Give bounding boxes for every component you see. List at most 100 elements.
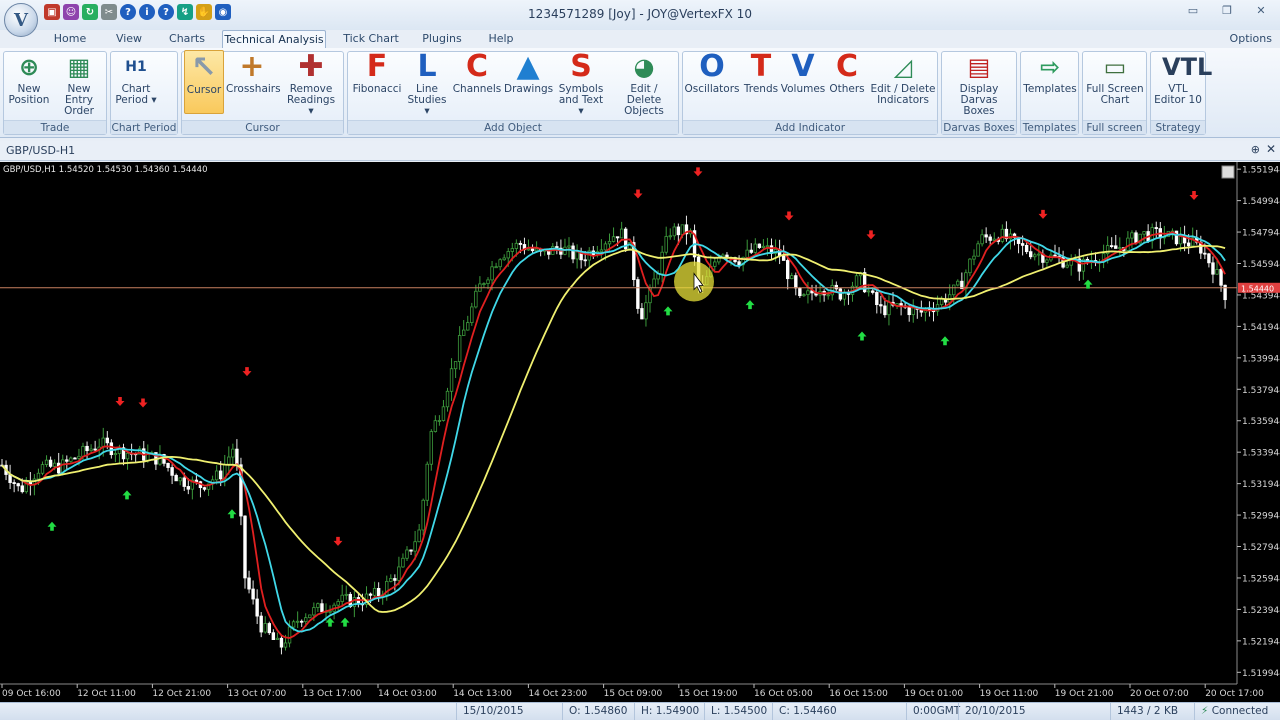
candle-body [1000,228,1005,242]
candle-body [1029,251,1033,258]
candle-body [389,578,393,582]
candle-body [745,249,749,258]
candle-body [992,238,996,241]
candle-body [93,448,97,451]
candle-body [235,448,239,466]
price-tick-label: 1.539944 [1242,354,1280,364]
candle-body [826,294,830,297]
price-chart[interactable]: 1.5519441.5499441.5479441.5459441.543944… [0,162,1280,702]
candle-body [48,459,53,467]
tab-charts[interactable]: Charts [162,30,212,48]
button-label: Chart Period ▾ [115,83,157,106]
vertexfx-window: V ▣ ☺ ↻ ✂? i? ↯ ✋ ◉ 1234571289 [Joy] - JOY@Vert… [0,0,1280,720]
candle-body [271,632,276,641]
candle-body [1219,269,1223,286]
display-darvas-boxes-button[interactable]: ▤ Display Darvas Boxes [944,50,1014,117]
candle-body [344,593,348,596]
buy-signal-arrow-icon [663,306,673,316]
candle-body [956,280,960,286]
time-tick-label: 14 Oct 03:00 [378,689,437,699]
remove-readings-button[interactable]: ✚ Remove Readings ▾ [284,50,338,117]
pin-icon[interactable]: ⊕ [1251,143,1260,156]
candle-body [972,255,976,260]
new-position-button[interactable]: ⊕ New Position [6,50,52,114]
channels-button[interactable]: C Channels [452,50,502,114]
cursor-button[interactable]: ↖ Cursor [184,50,224,114]
oscillators-button[interactable]: O Oscillators [684,50,740,114]
chart-canvas[interactable]: 1.5519441.5499441.5479441.5459441.543944… [0,162,1280,702]
new-position-icon: ⊕ [18,53,40,81]
close-button[interactable]: ✕ [1250,4,1272,18]
chart-tab-title[interactable]: GBP/USD-H1 [6,144,75,157]
tab-view[interactable]: View [106,30,152,48]
candle-body [40,464,45,474]
button-label: Channels [452,83,502,95]
button-label: Trends [743,83,779,95]
candle-body [599,249,604,253]
candle-body [429,431,433,465]
restore-button[interactable]: ❐ [1216,4,1238,18]
candle-body [441,406,446,421]
trends-button[interactable]: T Trends [742,50,780,114]
close-chart-icon[interactable]: ✕ [1266,142,1276,156]
tab-plugins[interactable]: Plugins [414,30,470,48]
candle-body [867,290,871,293]
candle-body [1118,247,1122,249]
window-controls: ▭ ❐ ✕ [1182,4,1272,18]
candle-body [113,453,118,456]
candle-body [1114,245,1118,249]
button-label: Full Screen Chart [1086,83,1144,106]
candle-body [518,242,523,245]
candle-body [12,482,16,484]
drawings-button[interactable]: ▲ Drawings [504,50,553,114]
candle-body [615,236,620,239]
app-logo-button[interactable]: V [4,3,38,37]
tab-tick-chart[interactable]: Tick Chart [338,30,404,48]
candle-body [405,549,409,559]
chart-period-button[interactable]: H1 Chart Period ▾ [114,50,158,114]
candle-body [854,275,859,287]
candle-body [753,243,757,253]
candle-body [838,288,843,300]
volumes-button[interactable]: V Volumes [780,50,826,114]
price-tick-label: 1.521944 [1242,637,1280,647]
candle-body [806,290,810,296]
minimize-button[interactable]: ▭ [1182,4,1204,18]
status-traffic: 1443 / 2 KB [1110,703,1180,720]
tab-technical-analysis[interactable]: Technical Analysis [222,30,326,48]
candle-body [1174,230,1179,245]
group-title: Add Indicator [683,120,937,134]
options-button[interactable]: Options [1230,30,1272,47]
candle-body [952,284,956,296]
button-label: Crosshairs [226,83,281,95]
crosshairs-button[interactable]: + Crosshairs [226,50,281,114]
candle-body [1154,227,1158,229]
vtl-editor-button[interactable]: VTL VTL Editor 10 [1152,50,1212,114]
edit-delete-indicators-button[interactable]: ◿ Edit / Delete Indicators [870,50,936,114]
status-gmt: 0:00GMT [906,703,960,720]
new-entry-order-button[interactable]: ▦ New Entry Order [54,50,104,117]
tab-home[interactable]: Home [46,30,94,48]
symbols-and-text-button[interactable]: S Symbols and Text ▾ [556,50,606,117]
price-tick-label: 1.533944 [1242,449,1280,459]
others-button[interactable]: C Others [828,50,866,114]
price-tick-label: 1.531944 [1242,480,1280,490]
candle-body [166,462,170,468]
full-screen-chart-button[interactable]: ▭ Full Screen Chart [1085,50,1145,114]
tab-help[interactable]: Help [480,30,522,48]
fibonacci-button[interactable]: F Fibonacci [352,50,402,114]
buy-signal-arrow-icon [227,509,237,519]
candle-body [20,485,24,493]
templates-button[interactable]: ⇨ Templates [1023,50,1077,114]
channels-icon: C [465,49,489,84]
line-studies-button[interactable]: L Line Studies ▾ [404,50,450,117]
candle-body [247,577,251,590]
candle-body [1020,243,1025,246]
volumes-icon: V [791,49,815,84]
candle-body [871,290,875,293]
edit-delete-objects-button[interactable]: ◕ Edit / Delete Objects [612,50,676,117]
candle-body [336,601,340,606]
sell-signal-arrow-icon [633,189,643,199]
price-tick-label: 1.537944 [1242,386,1280,396]
candle-body [1186,242,1191,247]
